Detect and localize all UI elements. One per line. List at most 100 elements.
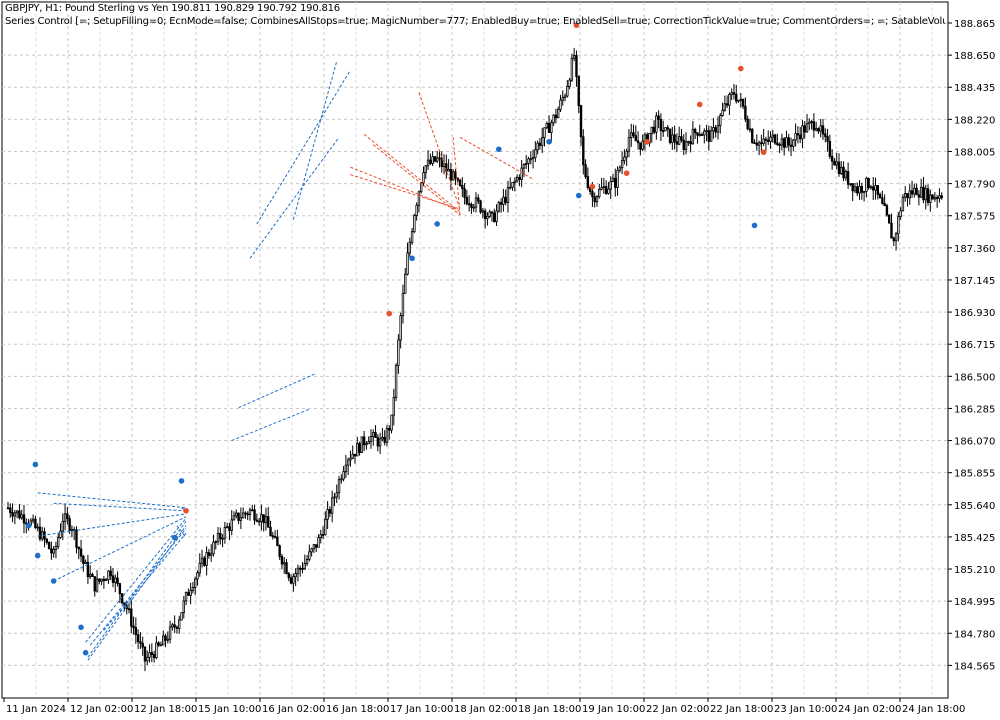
candle-body (422, 172, 425, 184)
candle-body (892, 237, 895, 242)
candle-body (712, 127, 715, 132)
candle-body (782, 138, 786, 148)
candle-body (849, 183, 852, 186)
candle-body (798, 134, 802, 140)
candle-body (604, 186, 608, 194)
candle-body (426, 159, 430, 167)
candle-body (116, 577, 119, 585)
candle-body (271, 535, 275, 538)
candle-body (506, 187, 510, 203)
candle-body (326, 509, 329, 520)
candle-body (794, 133, 797, 141)
candle-body (114, 577, 117, 583)
time-label: 15 Jan 10:00 (198, 704, 261, 715)
candle-body (899, 210, 902, 218)
buy-marker (25, 522, 32, 529)
candle-body (903, 193, 907, 198)
price-label: 188.220 (954, 115, 995, 126)
candle-body (148, 652, 151, 658)
candle-body (337, 479, 341, 494)
candle-body (858, 186, 861, 194)
candle-body (780, 138, 784, 146)
candle-body (915, 187, 918, 196)
buy-marker (50, 578, 57, 584)
candle-body (374, 432, 377, 438)
candle-body (616, 169, 619, 188)
symbol-title: GBPJPY, H1: Pound Sterling vs Yen 190.81… (5, 3, 340, 14)
candle-body (919, 186, 923, 198)
candle-body (908, 190, 911, 199)
candle-body (392, 397, 396, 416)
candle-body (328, 509, 332, 514)
candle-body (198, 562, 201, 574)
candle-body (760, 142, 763, 145)
candle-body (808, 121, 811, 125)
candle-body (225, 526, 229, 529)
candle-body (673, 134, 676, 143)
candle-body (111, 575, 115, 583)
candle-body (677, 136, 681, 145)
candle-body (687, 141, 690, 143)
time-label: 11 Jan 2024 (6, 704, 66, 715)
time-label: 24 Jan 02:00 (838, 704, 901, 715)
candle-body (824, 133, 827, 137)
candle-body (543, 127, 546, 139)
candle-body (890, 222, 893, 239)
time-label: 12 Jan 18:00 (134, 704, 197, 715)
candle-body (134, 627, 138, 635)
candle-body (139, 641, 142, 644)
candle-body (77, 546, 80, 550)
candle-body (655, 115, 658, 133)
candle-body (840, 166, 843, 174)
candle-body (321, 534, 325, 536)
candle-body (159, 644, 163, 647)
candle-body (36, 526, 39, 529)
candle-body (467, 203, 471, 206)
candle-body (668, 128, 672, 144)
candle-body (152, 654, 156, 659)
candle-body (860, 186, 864, 193)
price-label: 186.930 (954, 308, 995, 319)
candle-body (367, 441, 370, 445)
candle-body (709, 130, 713, 142)
candle-body (280, 556, 284, 565)
candle-body (881, 197, 884, 204)
candle-body (627, 137, 631, 152)
candle-body (340, 478, 343, 481)
candle-body (785, 137, 788, 148)
candle-body (929, 194, 932, 203)
price-label: 186.715 (954, 340, 995, 351)
candle-body (109, 570, 112, 577)
candle-body (819, 125, 822, 132)
sell-marker (183, 507, 189, 514)
candle-body (141, 642, 144, 648)
candle-body (180, 612, 183, 621)
candle-body (168, 626, 172, 640)
candle-body (285, 562, 288, 574)
candle-body (98, 578, 101, 582)
candle-body (714, 127, 717, 133)
candle-body (488, 211, 491, 217)
candle-body (223, 527, 227, 539)
candle-body (410, 231, 414, 243)
candle-body (591, 191, 594, 198)
candle-body (753, 142, 756, 144)
chart-window[interactable]: 188.865 188.650 188.435 188.220 188.005 187.7… (0, 0, 1000, 720)
price-label: 185.640 (954, 501, 995, 512)
candle-body (680, 136, 683, 141)
candle-body (700, 134, 704, 136)
candle-body (659, 118, 663, 132)
candle-body (757, 142, 761, 146)
buy-marker (409, 255, 415, 262)
price-label: 188.650 (954, 51, 995, 62)
candle-body (570, 57, 574, 81)
candle-body (586, 176, 590, 188)
candle-body (61, 520, 64, 532)
plot-area[interactable] (1, 1, 949, 699)
price-chart[interactable]: 188.865 188.650 188.435 188.220 188.005 187.7… (0, 0, 1000, 720)
candle-body (502, 196, 505, 205)
candle-body (885, 205, 889, 216)
candle-body (253, 509, 256, 521)
candle-body (214, 541, 217, 544)
candle-body (803, 125, 806, 133)
